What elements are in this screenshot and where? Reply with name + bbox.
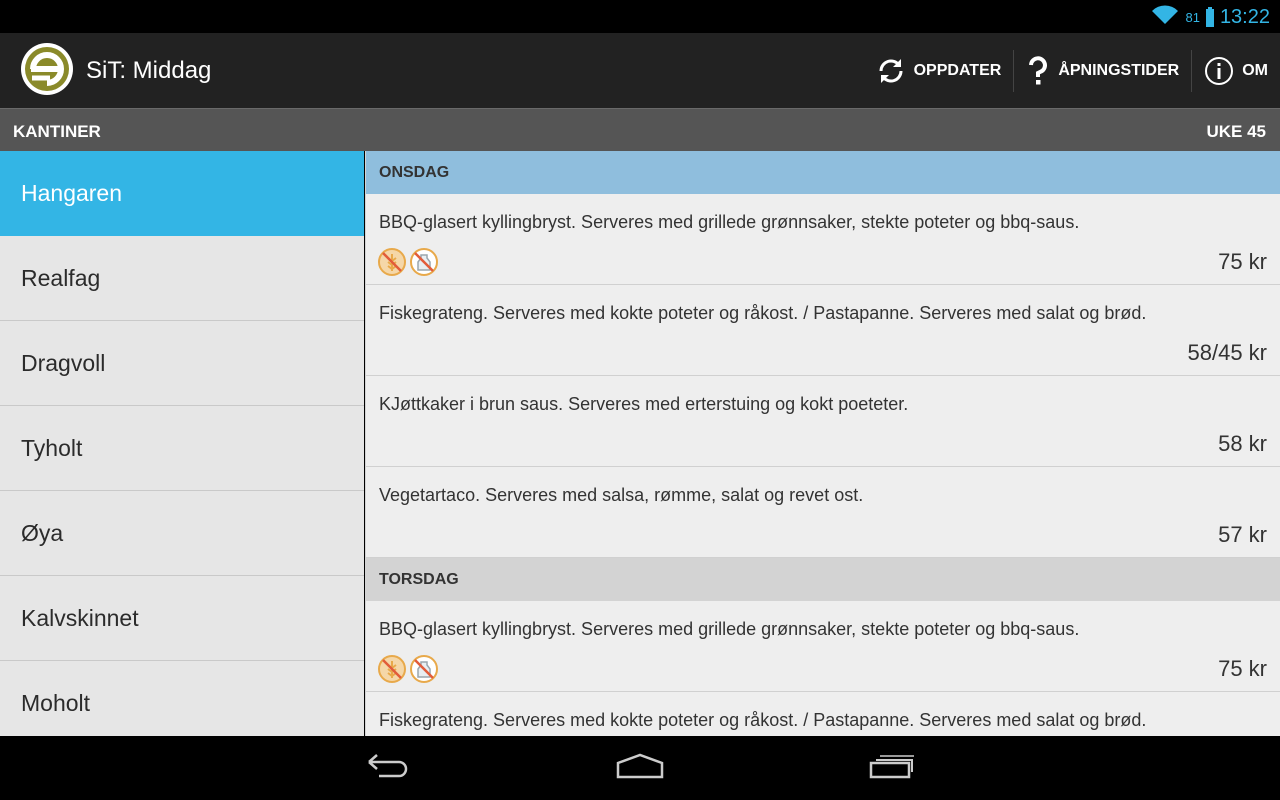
meal-price: 75 kr [1218, 249, 1267, 274]
refresh-icon [876, 56, 906, 86]
gluten-free-icon [377, 247, 407, 277]
action-bar: SiT: Middag OPPDATER ÅPNINGSTIDER OM [0, 33, 1280, 108]
day-name: ONSDAG [379, 163, 450, 181]
refresh-button[interactable]: OPPDATER [864, 50, 1014, 92]
sidebar-item-label: Hangaren [21, 179, 123, 206]
meal-description: BBQ-glasert kyllingbryst. Serveres med g… [379, 619, 1080, 639]
meal-description: Fiskegrateng. Serveres med kokte poteter… [379, 710, 1147, 730]
day-header-onsdag: ONSDAG [366, 151, 1280, 194]
lactose-free-icon [409, 247, 439, 277]
wifi-icon [1151, 4, 1179, 30]
navigation-bar [0, 736, 1280, 800]
sidebar-item-hangaren[interactable]: Hangaren [0, 151, 364, 236]
sidebar-item-kalvskinnet[interactable]: Kalvskinnet [0, 576, 364, 661]
meal-price: 57 kr [1218, 522, 1267, 547]
status-indicators: 81 13:22 [1151, 4, 1270, 30]
list-item[interactable]: Vegetartaco. Serveres med salsa, rømme, … [366, 467, 1280, 558]
menu-list[interactable]: ONSDAG BBQ-glasert kyllingbryst. Servere… [365, 151, 1280, 736]
about-button[interactable]: OM [1192, 50, 1280, 92]
meal-allergen-icons [377, 247, 439, 277]
sidebar-item-label: Tyholt [21, 434, 83, 461]
action-buttons: OPPDATER ÅPNINGSTIDER OM [864, 33, 1280, 108]
meal-description: KJøttkaker i brun saus. Serveres med ert… [379, 394, 909, 414]
back-icon [365, 753, 411, 784]
sidebar-item-label: Dragvoll [21, 349, 106, 376]
refresh-label: OPPDATER [913, 61, 1002, 79]
opening-hours-button[interactable]: ÅPNINGSTIDER [1014, 50, 1191, 92]
list-item[interactable]: Fiskegrateng. Serveres med kokte poteter… [366, 285, 1280, 376]
gluten-free-icon [377, 654, 407, 684]
sidebar-item-dragvoll[interactable]: Dragvoll [0, 321, 364, 406]
status-time: 13:22 [1219, 5, 1270, 28]
canteen-list: Hangaren Realfag Dragvoll Tyholt Øya Kal… [0, 151, 364, 736]
info-icon [1204, 56, 1234, 86]
section-header: KANTINER UKE 45 [0, 108, 1280, 151]
sidebar-item-tyholt[interactable]: Tyholt [0, 406, 364, 491]
day-header-torsdag: TORSDAG [366, 558, 1280, 601]
sit-logo-icon[interactable] [20, 42, 74, 96]
sidebar-item-label: Realfag [21, 264, 101, 291]
lactose-free-icon [409, 654, 439, 684]
list-item[interactable]: KJøttkaker i brun saus. Serveres med ert… [366, 376, 1280, 467]
recent-apps-icon [869, 753, 915, 784]
back-button[interactable] [358, 750, 418, 786]
meal-price: 75 kr [1218, 656, 1267, 681]
home-button[interactable] [610, 750, 670, 786]
meal-price: 58/45 kr [1187, 340, 1268, 365]
sidebar-item-realfag[interactable]: Realfag [0, 236, 364, 321]
sidebar-item-label: Moholt [21, 689, 91, 716]
week-label: UKE 45 [1206, 122, 1266, 141]
recent-apps-button[interactable] [862, 750, 922, 786]
opening-hours-label: ÅPNINGSTIDER [1058, 61, 1180, 79]
sidebar-item-moholt[interactable]: Moholt [0, 661, 364, 736]
list-item[interactable]: BBQ-glasert kyllingbryst. Serveres med g… [366, 194, 1280, 285]
meal-description: Vegetartaco. Serveres med salsa, rømme, … [379, 485, 864, 505]
about-label: OM [1242, 61, 1268, 79]
sidebar-item-oya[interactable]: Øya [0, 491, 364, 576]
list-item[interactable]: BBQ-glasert kyllingbryst. Serveres med g… [366, 601, 1280, 692]
home-icon [616, 753, 664, 784]
meal-description: Fiskegrateng. Serveres med kokte poteter… [379, 303, 1147, 323]
status-bar: 81 13:22 [0, 0, 1280, 33]
canteens-heading: KANTINER [13, 122, 101, 141]
meal-price: 58 kr [1218, 431, 1267, 456]
day-name: TORSDAG [379, 570, 459, 588]
sidebar-item-label: Kalvskinnet [21, 604, 139, 631]
battery-level: 81 [1185, 9, 1200, 25]
battery-icon [1205, 7, 1214, 27]
meal-description: BBQ-glasert kyllingbryst. Serveres med g… [379, 212, 1080, 232]
sidebar-item-label: Øya [21, 519, 64, 546]
app-title: SiT: Middag [86, 57, 212, 84]
list-item[interactable]: Fiskegrateng. Serveres med kokte poteter… [366, 692, 1280, 736]
question-icon [1026, 55, 1050, 86]
meal-allergen-icons [377, 654, 439, 684]
